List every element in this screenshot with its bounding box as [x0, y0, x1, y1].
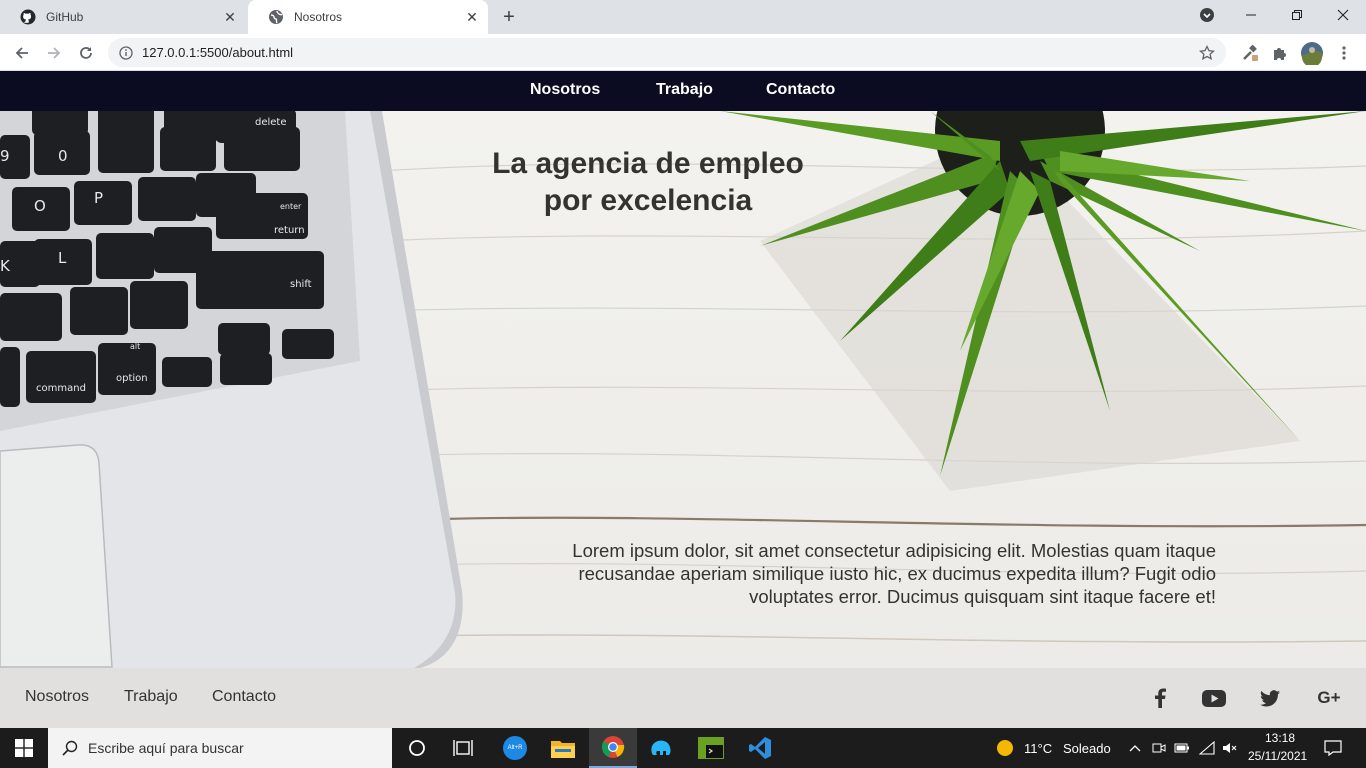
- key-label-alt: alt: [130, 342, 140, 351]
- taskbar-app-elephant[interactable]: [638, 728, 684, 768]
- hero-description-line-2: recusandae aperiam similique iusto hic, …: [578, 563, 1216, 584]
- vscode-icon: [749, 737, 771, 759]
- chevron-down-circle-icon: [1200, 8, 1214, 22]
- key-label-command: command: [36, 383, 86, 394]
- key-label-K: K: [0, 257, 11, 275]
- arrow-right-icon: [48, 47, 61, 59]
- key-label-0: 0: [58, 147, 68, 165]
- chrome-icon: [602, 736, 625, 758]
- url-text: 127.0.0.1:5500/about.html: [142, 45, 294, 60]
- cortana-circle-icon: [409, 740, 425, 756]
- key-label-enter: enter: [280, 202, 302, 211]
- key-label-option: option: [116, 373, 148, 384]
- elephant-icon: [651, 740, 671, 755]
- main-navbar: Nosotros Trabajo Contacto: [0, 71, 1366, 111]
- taskbar-app-keyboard-shortcut[interactable]: Alt+R: [492, 728, 538, 768]
- facebook-icon[interactable]: [1147, 686, 1173, 710]
- footer-link-trabajo[interactable]: Trabajo: [124, 688, 178, 706]
- extensions-puzzle-icon[interactable]: [1266, 39, 1294, 67]
- extension-tool-icon[interactable]: [1236, 39, 1264, 67]
- windows-logo-icon: [15, 739, 33, 757]
- taskbar-terminal[interactable]: [688, 728, 734, 768]
- nav-link-nosotros[interactable]: Nosotros: [530, 81, 600, 99]
- nav-link-trabajo[interactable]: Trabajo: [656, 81, 713, 99]
- app-shortcut-label: Alt+R: [507, 745, 523, 751]
- restore-button[interactable]: [1274, 0, 1320, 30]
- hero-title-line-1: La agencia de empleo: [492, 147, 804, 180]
- close-tab-icon[interactable]: ✕: [464, 9, 480, 25]
- twitter-icon[interactable]: [1257, 686, 1283, 710]
- battery-icon[interactable]: [1172, 728, 1192, 768]
- tab-github[interactable]: GitHub ✕: [0, 0, 246, 34]
- taskbar-search-box[interactable]: Escribe aquí para buscar: [48, 728, 392, 768]
- tab-title: GitHub: [46, 10, 84, 24]
- hero-title: La agencia de empleo por excelencia: [470, 145, 826, 219]
- key-label-P: P: [94, 189, 103, 207]
- github-icon: [20, 9, 36, 25]
- address-bar[interactable]: 127.0.0.1:5500/about.html: [108, 38, 1226, 67]
- tab-search-button[interactable]: [1184, 0, 1230, 30]
- wifi-icon[interactable]: [1198, 728, 1216, 768]
- weather-sun-icon[interactable]: [992, 728, 1018, 768]
- terminal-icon: [698, 737, 724, 759]
- key-label-return: return: [274, 225, 305, 236]
- bookmark-star-icon[interactable]: [1198, 44, 1216, 62]
- windows-taskbar: Escribe aquí para buscar Alt+R 11°C Sole…: [0, 728, 1366, 768]
- cortana-button[interactable]: [394, 728, 440, 768]
- profile-avatar[interactable]: [1298, 39, 1326, 67]
- tab-nosotros[interactable]: Nosotros ✕: [248, 0, 488, 34]
- key-label-O: O: [34, 197, 46, 215]
- task-view-button[interactable]: [440, 728, 486, 768]
- youtube-icon[interactable]: [1201, 686, 1227, 710]
- hero-title-line-2: por excelencia: [543, 184, 753, 217]
- footer-link-nosotros[interactable]: Nosotros: [25, 688, 89, 706]
- taskbar-chrome[interactable]: [589, 728, 637, 768]
- meet-now-icon[interactable]: [1150, 728, 1168, 768]
- nav-link-contacto[interactable]: Contacto: [766, 81, 835, 99]
- google-plus-label: G+: [1317, 688, 1341, 707]
- browser-toolbar: 127.0.0.1:5500/about.html: [0, 34, 1366, 71]
- key-label-delete: delete: [255, 117, 287, 128]
- close-window-button[interactable]: [1320, 0, 1366, 30]
- minimize-button[interactable]: [1228, 0, 1274, 30]
- volume-muted-icon[interactable]: [1220, 728, 1240, 768]
- folder-icon: [551, 741, 575, 758]
- browser-menu-icon[interactable]: [1330, 39, 1358, 67]
- google-plus-icon[interactable]: G+: [1314, 686, 1344, 710]
- key-label-shift: shift: [290, 279, 312, 290]
- forward-button[interactable]: [40, 39, 68, 67]
- tab-title: Nosotros: [294, 10, 343, 24]
- arrow-left-icon: [15, 47, 28, 59]
- browser-tab-strip: GitHub ✕ Nosotros ✕ +: [0, 0, 1366, 34]
- info-icon[interactable]: [118, 45, 134, 61]
- hero-description-line-1: Lorem ipsum dolor, sit amet consectetur …: [572, 540, 1216, 561]
- taskbar-vscode[interactable]: [737, 728, 783, 768]
- new-tab-button[interactable]: +: [497, 5, 521, 29]
- chevron-up-icon[interactable]: [1126, 728, 1144, 768]
- hero-description-line-3: voluptates error. Ducimus quisquam sint …: [749, 586, 1216, 607]
- close-tab-icon[interactable]: ✕: [222, 9, 238, 25]
- globe-icon: [268, 9, 284, 25]
- task-view-icon: [453, 740, 473, 756]
- key-label-L: L: [58, 249, 67, 267]
- search-placeholder: Escribe aquí para buscar: [88, 740, 244, 756]
- hero-description: Lorem ipsum dolor, sit amet consectetur …: [480, 539, 1216, 608]
- taskbar-file-explorer[interactable]: [540, 728, 586, 768]
- footer-link-contacto[interactable]: Contacto: [212, 688, 276, 706]
- hero-section: delete enter return shift command option…: [0, 111, 1366, 668]
- back-button[interactable]: [8, 39, 36, 67]
- search-icon: [62, 740, 78, 756]
- key-label-9: 9: [0, 147, 10, 165]
- page-footer: Nosotros Trabajo Contacto G+: [0, 668, 1366, 728]
- clock-time[interactable]: 13:18: [1265, 731, 1295, 745]
- reload-button[interactable]: [72, 39, 100, 67]
- clock-date[interactable]: 25/11/2021: [1248, 749, 1307, 763]
- notifications-icon[interactable]: [1318, 728, 1348, 768]
- weather-temperature[interactable]: 11°C: [1024, 741, 1052, 756]
- start-button[interactable]: [0, 728, 48, 768]
- weather-description[interactable]: Soleado: [1063, 741, 1111, 756]
- reload-icon: [80, 47, 92, 59]
